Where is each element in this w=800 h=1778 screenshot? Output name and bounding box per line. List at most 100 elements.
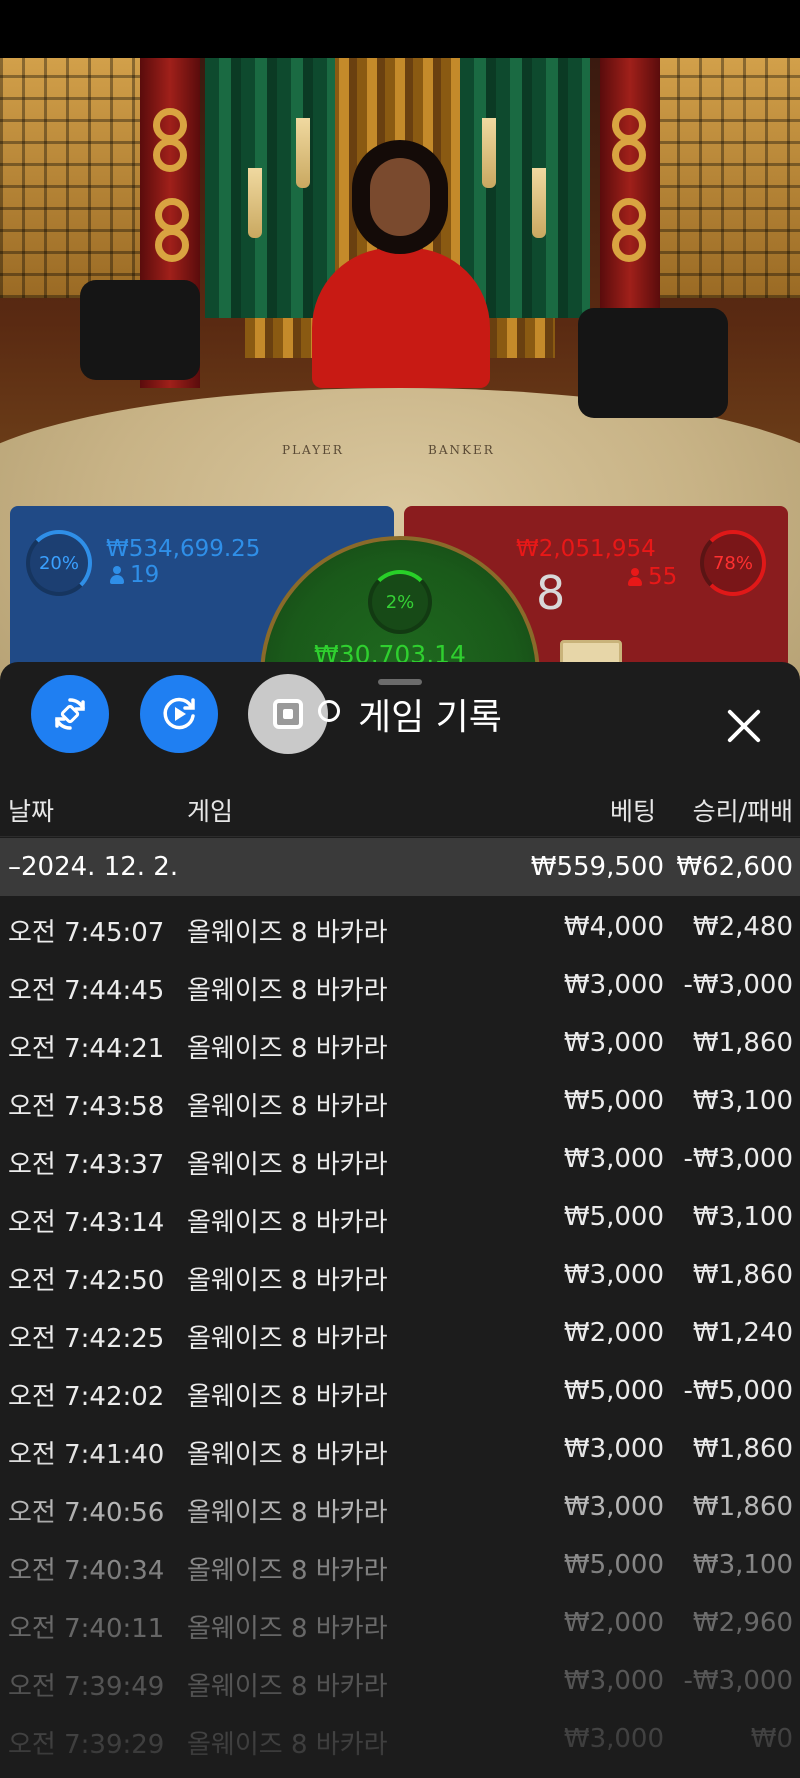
row-result: ₩0: [750, 1724, 793, 1754]
banker-score: 8: [536, 566, 566, 620]
dealer: [312, 248, 490, 388]
row-bet: ₩3,000: [563, 1144, 664, 1174]
player-bet-amount: ₩534,699.25: [106, 536, 261, 562]
row-game: 올웨이즈 8 바카라: [187, 1440, 388, 1470]
row-time: 오전 7:39:29: [8, 1730, 165, 1760]
table-header: 날짜 게임 베팅 승리/패배: [0, 780, 800, 837]
dealer-head: [370, 158, 430, 236]
history-row[interactable]: 오전 7:42:25 올웨이즈 8 바카라 ₩2,000 ₩1,240: [0, 1304, 800, 1362]
table-label-player: PLAYER: [282, 443, 344, 457]
banker-bet-amount: ₩2,051,954: [516, 536, 656, 562]
history-row[interactable]: 오전 7:42:50 올웨이즈 8 바카라 ₩3,000 ₩1,860: [0, 1246, 800, 1304]
player-percent-ring: 20%: [26, 530, 92, 596]
date-group-label: –2024. 12. 2.: [8, 852, 179, 882]
history-row[interactable]: 오전 7:45:07 올웨이즈 8 바카라 ₩4,000 ₩2,480: [0, 898, 800, 956]
player-percent: 20%: [38, 552, 79, 574]
row-result: ₩1,240: [692, 1318, 793, 1348]
row-time: 오전 7:40:34: [8, 1556, 165, 1586]
person-icon: [110, 566, 124, 584]
banker-percent-ring: 78%: [700, 530, 766, 596]
history-row[interactable]: 오전 7:41:40 올웨이즈 8 바카라 ₩3,000 ₩1,860: [0, 1420, 800, 1478]
game-screen: PLAYER BANKER 20% ₩534,699.25 19 ₩2,051,…: [0, 0, 800, 1778]
history-row[interactable]: 오전 7:40:34 올웨이즈 8 바카라 ₩5,000 ₩3,100: [0, 1536, 800, 1594]
card-shoe-right: [578, 308, 728, 418]
row-game: 올웨이즈 8 바카라: [187, 1208, 388, 1238]
eight-ornament: [153, 138, 187, 172]
rotate-icon: [55, 698, 85, 730]
date-group-row[interactable]: –2024. 12. 2. ₩559,500 ₩62,600: [0, 838, 800, 896]
row-bet: ₩3,000: [563, 1260, 664, 1290]
row-time: 오전 7:43:37: [8, 1150, 165, 1180]
row-time: 오전 7:44:21: [8, 1034, 165, 1064]
row-time: 오전 7:42:02: [8, 1382, 165, 1412]
curtain-right: [460, 58, 590, 318]
banker-count-value: 55: [648, 564, 678, 590]
history-row[interactable]: 오전 7:44:21 올웨이즈 8 바카라 ₩3,000 ₩1,860: [0, 1014, 800, 1072]
row-time: 오전 7:42:50: [8, 1266, 165, 1296]
row-game: 올웨이즈 8 바카라: [187, 1034, 388, 1064]
row-bet: ₩3,000: [563, 1492, 664, 1522]
player-count-value: 19: [130, 562, 160, 588]
row-result: -₩3,000: [683, 1666, 793, 1696]
row-result: -₩3,000: [683, 1144, 793, 1174]
column-win-loss: 승리/패배: [692, 797, 793, 826]
row-result: ₩1,860: [692, 1028, 793, 1058]
history-row[interactable]: 오전 7:40:56 올웨이즈 8 바카라 ₩3,000 ₩1,860: [0, 1478, 800, 1536]
history-row[interactable]: 오전 7:43:14 올웨이즈 8 바카라 ₩5,000 ₩3,100: [0, 1188, 800, 1246]
replay-icon: [163, 697, 195, 730]
row-bet: ₩5,000: [563, 1202, 664, 1232]
history-row[interactable]: 오전 7:44:45 올웨이즈 8 바카라 ₩3,000 -₩3,000: [0, 956, 800, 1014]
row-bet: ₩4,000: [563, 912, 664, 942]
date-group-win-total: ₩62,600: [676, 852, 793, 882]
close-button[interactable]: [720, 702, 770, 752]
row-bet: ₩5,000: [563, 1086, 664, 1116]
row-result: -₩3,000: [683, 970, 793, 1000]
row-time: 오전 7:40:56: [8, 1498, 165, 1528]
tie-percent: 2%: [385, 591, 415, 613]
history-row[interactable]: 오전 7:40:11 올웨이즈 8 바카라 ₩2,000 ₩2,960: [0, 1594, 800, 1652]
row-game: 올웨이즈 8 바카라: [187, 1498, 388, 1528]
row-bet: ₩3,000: [563, 1724, 664, 1754]
row-time: 오전 7:41:40: [8, 1440, 165, 1470]
column-bet: 베팅: [609, 797, 656, 826]
history-row[interactable]: 오전 7:43:37 올웨이즈 8 바카라 ₩3,000 -₩3,000: [0, 1130, 800, 1188]
curtain-left: [205, 58, 335, 318]
stop-button[interactable]: [248, 674, 328, 754]
tassel: [482, 118, 496, 188]
row-time: 오전 7:40:11: [8, 1614, 165, 1644]
row-time: 오전 7:43:58: [8, 1092, 165, 1122]
row-result: ₩2,480: [692, 912, 793, 942]
row-result: ₩3,100: [692, 1086, 793, 1116]
eight-ornament: [612, 198, 646, 232]
row-result: -₩5,000: [683, 1376, 793, 1406]
row-game: 올웨이즈 8 바카라: [187, 1614, 388, 1644]
row-bet: ₩3,000: [563, 1434, 664, 1464]
replay-button[interactable]: [140, 675, 218, 753]
row-time: 오전 7:39:49: [8, 1672, 165, 1702]
rotate-button[interactable]: [31, 675, 109, 753]
sheet-drag-handle[interactable]: [378, 679, 422, 685]
row-game: 올웨이즈 8 바카라: [187, 1266, 388, 1296]
banker-count: 55: [628, 564, 677, 590]
history-row[interactable]: 오전 7:39:49 올웨이즈 8 바카라 ₩3,000 -₩3,000: [0, 1652, 800, 1710]
tassel: [296, 118, 310, 188]
history-row[interactable]: 오전 7:39:29 올웨이즈 8 바카라 ₩3,000 ₩0: [0, 1710, 800, 1768]
row-game: 올웨이즈 8 바카라: [187, 1556, 388, 1586]
row-bet: ₩2,000: [563, 1318, 664, 1348]
row-bet: ₩2,000: [563, 1608, 664, 1638]
table-label-banker: BANKER: [428, 443, 495, 457]
wall-lattice-right: [655, 58, 800, 298]
eight-ornament: [612, 138, 646, 172]
eight-ornament: [612, 228, 646, 262]
history-row[interactable]: 오전 7:42:02 올웨이즈 8 바카라 ₩5,000 -₩5,000: [0, 1362, 800, 1420]
row-result: ₩1,860: [692, 1260, 793, 1290]
row-game: 올웨이즈 8 바카라: [187, 1730, 388, 1760]
eight-ornament: [612, 108, 646, 142]
row-result: ₩3,100: [692, 1550, 793, 1580]
row-bet: ₩3,000: [563, 970, 664, 1000]
player-count: 19: [110, 562, 159, 588]
row-bet: ₩3,000: [563, 1666, 664, 1696]
tassel: [248, 168, 262, 238]
history-row[interactable]: 오전 7:43:58 올웨이즈 8 바카라 ₩5,000 ₩3,100: [0, 1072, 800, 1130]
tassel: [532, 168, 546, 238]
